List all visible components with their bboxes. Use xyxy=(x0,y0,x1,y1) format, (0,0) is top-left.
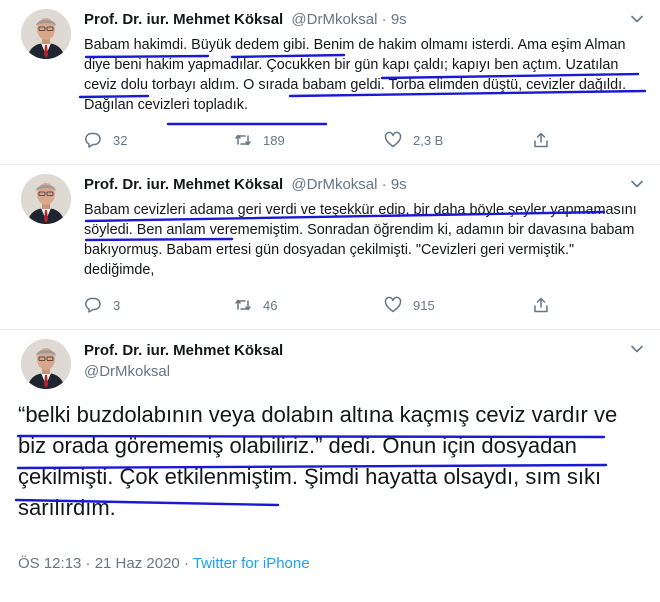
author-name[interactable]: Prof. Dr. iur. Mehmet Köksal xyxy=(84,11,283,28)
retweet-button[interactable]: 189 xyxy=(234,130,285,150)
retweet-arrows-icon xyxy=(235,299,251,311)
tweet-meta: ÖS 12:13 · 21 Haz 2020 · Twitter for iPh… xyxy=(18,555,310,572)
heart-outline-icon xyxy=(384,296,402,313)
tweet-source-link[interactable]: Twitter for iPhone xyxy=(193,555,310,572)
avatar[interactable] xyxy=(21,174,71,224)
tweet-1[interactable]: Prof. Dr. iur. Mehmet Köksal @DrMkoksal … xyxy=(0,0,660,165)
chevron-down-icon[interactable] xyxy=(630,12,644,26)
like-button[interactable]: 915 xyxy=(384,295,435,315)
tweet-actions: 32 189 2,3 B xyxy=(84,130,564,150)
tweet-actions: 3 46 915 xyxy=(84,295,564,315)
share-button[interactable] xyxy=(532,130,550,150)
tweet-header: Prof. Dr. iur. Mehmet Köksal @DrMkoksal … xyxy=(84,11,407,28)
main-tweet: Prof. Dr. iur. Mehmet Köksal @DrMkoksal … xyxy=(0,330,660,602)
share-upload-icon xyxy=(534,132,548,148)
reply-count: 32 xyxy=(113,132,128,148)
tweet-text: Babam hakimdi. Büyük dedem gibi. Benim d… xyxy=(84,37,627,113)
chevron-down-icon[interactable] xyxy=(630,342,644,356)
like-count: 915 xyxy=(413,297,435,313)
like-button[interactable]: 2,3 B xyxy=(384,130,443,150)
author-handle[interactable]: @DrMkoksal xyxy=(291,11,377,28)
retweet-count: 189 xyxy=(263,132,285,148)
profile-photo xyxy=(21,9,71,59)
heart-outline-icon xyxy=(384,131,402,148)
share-button[interactable] xyxy=(532,295,550,315)
avatar[interactable] xyxy=(21,9,71,59)
speech-bubble-icon xyxy=(85,297,101,313)
tweet-time[interactable]: 9s xyxy=(391,11,407,28)
speech-bubble-icon xyxy=(85,132,101,148)
profile-photo xyxy=(21,339,71,389)
tweet-text: Babam cevizleri adama geri verdi ve teşe… xyxy=(84,202,637,278)
like-count: 2,3 B xyxy=(413,132,444,148)
author-handle[interactable]: @DrMkoksal xyxy=(84,363,170,380)
reply-count: 3 xyxy=(113,297,121,313)
tweet-2[interactable]: Prof. Dr. iur. Mehmet Köksal @DrMkoksal … xyxy=(0,165,660,330)
reply-button[interactable]: 3 xyxy=(84,295,120,315)
chevron-down-icon[interactable] xyxy=(630,177,644,191)
retweet-arrows-icon xyxy=(235,134,251,146)
author-name[interactable]: Prof. Dr. iur. Mehmet Köksal xyxy=(84,342,283,359)
retweet-count: 46 xyxy=(263,297,278,313)
share-upload-icon xyxy=(534,297,548,313)
retweet-button[interactable]: 46 xyxy=(234,295,277,315)
tweet-timestamp[interactable]: ÖS 12:13 · 21 Haz 2020 · xyxy=(18,555,193,572)
tweet-header: Prof. Dr. iur. Mehmet Köksal xyxy=(84,342,283,360)
tweet-header: Prof. Dr. iur. Mehmet Köksal @DrMkoksal … xyxy=(84,176,407,193)
profile-photo xyxy=(21,174,71,224)
avatar[interactable] xyxy=(21,339,71,389)
tweet-time[interactable]: 9s xyxy=(391,176,407,193)
reply-button[interactable]: 32 xyxy=(84,130,127,150)
author-handle[interactable]: @DrMkoksal xyxy=(291,176,377,193)
main-tweet-text: “belki buzdolabının veya dolabın altına … xyxy=(18,402,618,520)
author-name[interactable]: Prof. Dr. iur. Mehmet Köksal xyxy=(84,176,283,193)
